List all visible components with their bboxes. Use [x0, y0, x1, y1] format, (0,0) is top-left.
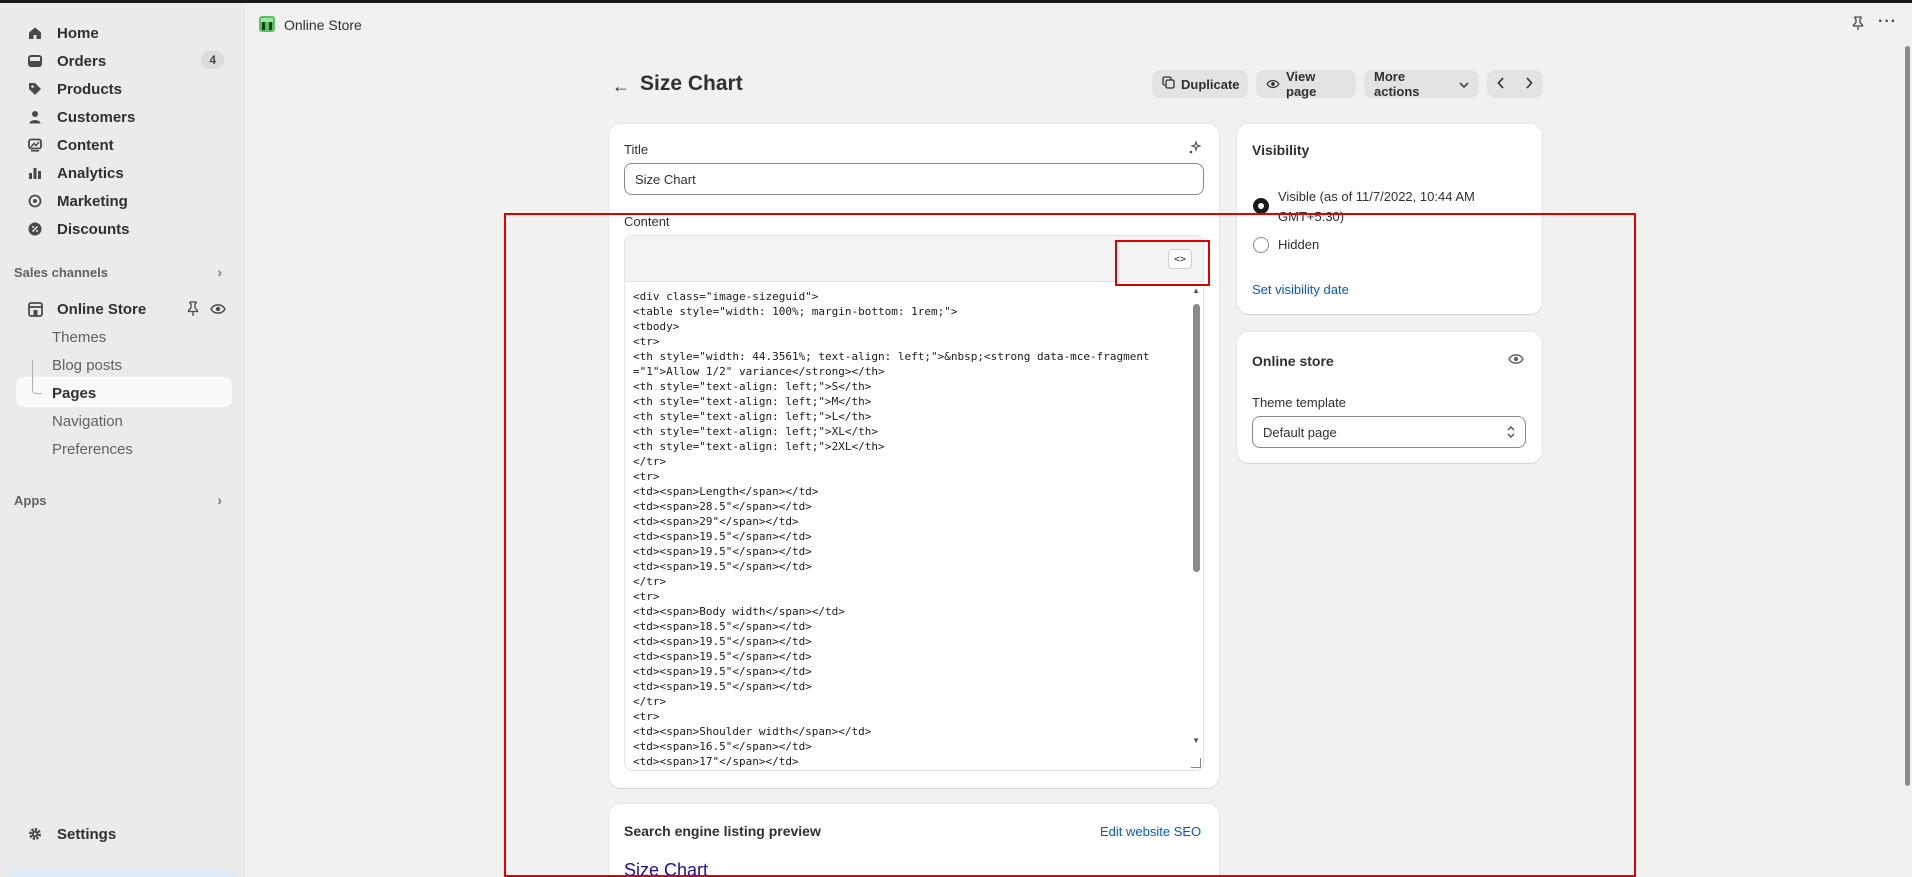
sidebar-item-label: Content [57, 136, 114, 154]
sidebar-item-label: Home [57, 24, 99, 42]
gear-icon [26, 827, 44, 841]
sidebar-item-products[interactable]: Products [16, 75, 232, 103]
page-title: Size Chart [640, 72, 743, 95]
sidebar-item-orders[interactable]: Orders 4 [16, 47, 232, 75]
sidebar-item-settings[interactable]: Settings [16, 820, 232, 848]
pin-icon[interactable] [186, 301, 200, 320]
title-label: Title [624, 142, 649, 157]
orders-icon [26, 52, 44, 70]
title-input[interactable]: Size Chart [624, 163, 1204, 195]
page-scrollbar[interactable] [1905, 46, 1910, 786]
tree-connector [32, 360, 42, 394]
previous-page-button[interactable] [1497, 76, 1505, 92]
visibility-heading: Visibility [1252, 142, 1310, 158]
sidebar-subitem-blog-posts[interactable]: Blog posts [52, 357, 122, 374]
more-actions-button[interactable]: More actions [1364, 69, 1479, 99]
apps-label: Apps [14, 492, 47, 508]
sidebar-item-analytics[interactable]: Analytics [16, 159, 232, 187]
next-page-button[interactable] [1525, 76, 1533, 92]
sidebar-item-label: Discounts [57, 220, 130, 238]
sidebar-item-label: Products [57, 80, 123, 98]
sidebar-item-label: Marketing [57, 192, 128, 210]
eye-icon[interactable] [210, 302, 226, 318]
back-arrow-icon[interactable]: ← [612, 76, 630, 97]
visible-radio[interactable] [1253, 198, 1269, 214]
sidebar-item-label: Customers [57, 108, 136, 126]
sidebar-item-home[interactable]: Home [16, 19, 232, 47]
content-icon [26, 136, 44, 154]
apps-header[interactable]: Apps › [14, 488, 230, 512]
sales-channels-label: Sales channels [14, 264, 108, 280]
sidebar-subitem-preferences[interactable]: Preferences [52, 441, 133, 458]
orders-count-badge: 4 [201, 51, 224, 69]
eye-icon [1266, 77, 1280, 92]
highlight-box-code-toggle [1115, 240, 1210, 286]
sidebar-item-customers[interactable]: Customers [16, 103, 232, 131]
top-border [0, 0, 1912, 3]
pin-icon[interactable] [1852, 16, 1864, 34]
sidebar-subitem-navigation[interactable]: Navigation [52, 413, 123, 430]
highlight-box-content-region [504, 213, 1636, 877]
duplicate-button[interactable]: Duplicate [1152, 70, 1248, 98]
target-icon [26, 192, 44, 210]
sidebar-item-label: Online Store [57, 300, 147, 318]
tag-icon [26, 80, 44, 98]
more-options-icon[interactable]: ··· [1878, 13, 1897, 31]
person-icon [26, 108, 44, 126]
sidebar-item-label: Orders [57, 52, 107, 70]
settings-label: Settings [57, 825, 117, 843]
view-page-label: View page [1286, 69, 1317, 99]
sidebar-bottom-banner [8, 870, 237, 877]
sidebar-item-content[interactable]: Content [16, 131, 232, 159]
chevron-down-icon [1459, 77, 1469, 92]
store-icon [26, 300, 44, 318]
sidebar-subitem-themes[interactable]: Themes [52, 329, 106, 346]
chevron-right-icon: › [217, 492, 222, 508]
title-input-value: Size Chart [635, 171, 696, 187]
sidebar-item-label: Analytics [57, 164, 124, 182]
online-store-logo-icon [258, 15, 276, 33]
chevron-right-icon: › [217, 264, 222, 280]
pagination-group [1487, 70, 1543, 98]
duplicate-icon [1162, 76, 1175, 92]
sidebar-subitem-pages[interactable]: Pages [52, 385, 96, 402]
app-title: Online Store [284, 17, 362, 33]
duplicate-label: Duplicate [1181, 76, 1240, 92]
sidebar-item-marketing[interactable]: Marketing [16, 187, 232, 215]
home-icon [26, 24, 44, 42]
view-page-button[interactable]: View page [1256, 69, 1356, 99]
more-actions-label: More actions [1374, 69, 1420, 99]
chart-icon [26, 164, 44, 182]
discount-icon [26, 220, 44, 238]
sidebar-item-discounts[interactable]: Discounts [16, 215, 232, 243]
sales-channels-header[interactable]: Sales channels › [14, 260, 230, 284]
sidebar-active-highlight [16, 377, 232, 407]
ai-sparkle-icon[interactable] [1188, 140, 1202, 158]
